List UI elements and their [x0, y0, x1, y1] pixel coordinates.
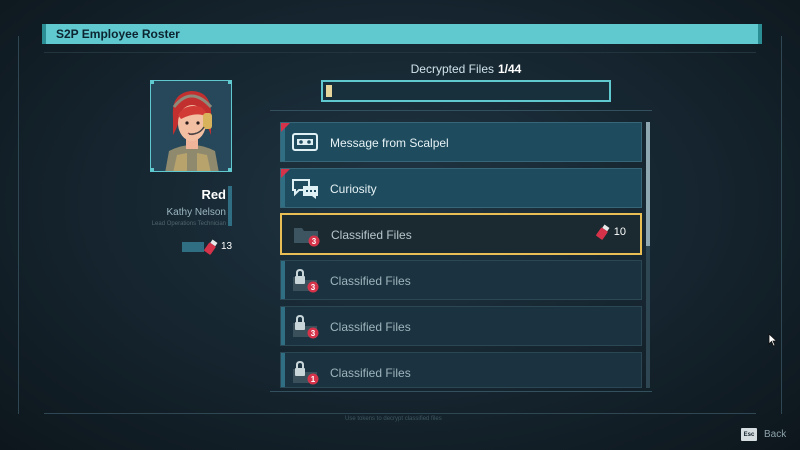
progress-label-text: Decrypted Files: [410, 62, 494, 76]
frame-top-line: [44, 52, 756, 53]
esc-key-icon[interactable]: Esc: [741, 428, 757, 441]
unread-flag: [281, 169, 290, 178]
file-title: Message from Scalpel: [330, 136, 449, 150]
token-counter: 13: [182, 239, 232, 255]
frame-right-line: [781, 36, 782, 414]
file-badge: 1: [311, 375, 316, 384]
lock-folder-icon: 1: [293, 361, 319, 385]
unread-flag: [281, 123, 290, 132]
folder-icon: 3: [294, 228, 320, 247]
frame-left-line: [18, 36, 19, 414]
file-badge: 3: [312, 237, 317, 246]
character-subtitle: Lead Operations Technician: [151, 221, 226, 227]
portrait-corner: [151, 81, 154, 84]
character-code-name: Red: [201, 187, 226, 202]
progress-count: 1/44: [498, 62, 522, 76]
file-item-classified-selected[interactable]: 3 Classified Files 10: [280, 213, 642, 255]
list-bottom-divider: [270, 391, 652, 392]
window-title-bar: S2P Employee Roster: [42, 24, 762, 44]
frame-bottom-line: [44, 413, 756, 414]
usb-token-icon: [595, 224, 610, 240]
file-item-classified-locked[interactable]: 3 Classified Files: [280, 260, 642, 300]
lock-folder-icon: 3: [293, 269, 319, 293]
character-portrait: [150, 80, 232, 172]
file-item-message-from-scalpel[interactable]: Message from Scalpel: [280, 122, 642, 162]
file-item-curiosity[interactable]: Curiosity: [280, 168, 642, 208]
file-badge: 3: [311, 329, 316, 338]
list-top-divider: [270, 110, 652, 111]
file-item-classified-locked[interactable]: 1 Classified Files: [280, 352, 642, 388]
progress-fill: [326, 85, 332, 97]
decrypt-cost-value: 10: [613, 226, 626, 238]
name-accent-bar: [228, 186, 232, 226]
scrollbar-thumb[interactable]: [646, 122, 650, 246]
lock-folder-icon: 3: [293, 315, 319, 339]
footer-hint: Use tokens to decrypt classified files: [345, 416, 442, 422]
mouse-cursor-icon: [768, 333, 778, 347]
back-button-label[interactable]: Back: [764, 429, 786, 440]
portrait-corner: [228, 81, 231, 84]
token-pill-background: [182, 242, 204, 252]
item-edge: [281, 353, 285, 387]
file-title: Classified Files: [331, 228, 412, 242]
file-title: Classified Files: [330, 366, 411, 380]
portrait-corner: [228, 168, 231, 171]
file-title: Curiosity: [330, 182, 377, 196]
portrait-image: [151, 81, 231, 171]
file-list-scrollbar[interactable]: [646, 122, 650, 388]
item-edge: [281, 261, 285, 299]
item-edge: [281, 307, 285, 345]
decryption-progress-bar: [321, 80, 611, 102]
file-title: Classified Files: [330, 274, 411, 288]
file-badge: 3: [311, 283, 316, 292]
file-item-classified-locked[interactable]: 3 Classified Files: [280, 306, 642, 346]
tape-icon: [292, 133, 318, 151]
window-title: S2P Employee Roster: [56, 27, 180, 41]
chat-bubbles-icon: [292, 179, 318, 199]
character-real-name: Kathy Nelson: [166, 207, 226, 218]
token-count: 13: [221, 241, 233, 252]
portrait-corner: [151, 168, 154, 171]
decrypt-cost: 10: [595, 224, 626, 240]
usb-token-icon: [204, 239, 218, 255]
decrypted-files-label: Decrypted Files 1/44: [322, 62, 610, 76]
file-title: Classified Files: [330, 320, 411, 334]
